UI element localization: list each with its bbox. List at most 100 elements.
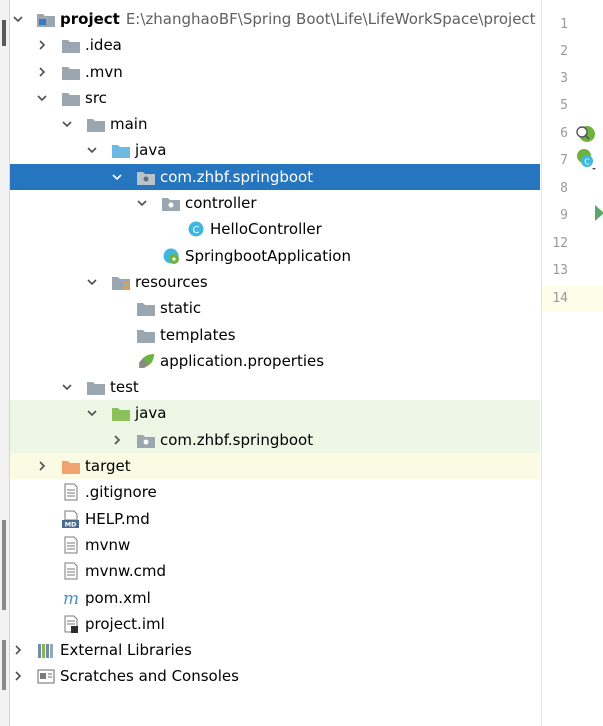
tree-label: External Libraries <box>60 641 192 660</box>
line-number: 13 <box>552 263 568 278</box>
tree-label: mvnw <box>85 535 131 554</box>
tree-label: mvnw.cmd <box>85 562 167 581</box>
editor-gutter[interactable]: 1 2 3 5 6 7 8 9 12 13 14 C <box>541 0 603 726</box>
tree-row-pom-xml[interactable]: m pom.xml <box>10 585 540 611</box>
tree-row-src[interactable]: src <box>10 85 540 111</box>
folder-icon <box>87 382 105 396</box>
maven-icon: m <box>63 589 79 607</box>
line-number: 7 <box>560 153 568 168</box>
package-icon <box>137 171 155 185</box>
tree-row-project[interactable]: project E:\zhanghaoBF\Spring Boot\Life\Li… <box>10 6 540 32</box>
folder-icon <box>87 119 105 133</box>
project-tool-tab[interactable] <box>2 20 6 46</box>
tree-label: resources <box>135 272 208 291</box>
chevron-down-icon[interactable] <box>61 381 73 393</box>
line-number: 5 <box>560 98 568 113</box>
tree-label: .idea <box>85 36 122 55</box>
folder-icon <box>137 303 155 317</box>
excluded-folder-icon <box>62 461 80 475</box>
favorites-tool-tab[interactable] <box>2 640 6 690</box>
project-tree[interactable]: project E:\zhanghaoBF\Spring Boot\Life\Li… <box>10 6 540 690</box>
line-number: 8 <box>560 181 568 196</box>
tree-label: target <box>85 457 131 476</box>
tree-row-external-libraries[interactable]: External Libraries <box>10 637 540 663</box>
tree-row-test[interactable]: test <box>10 374 540 400</box>
line-number-current: 14 <box>552 291 568 306</box>
tree-row-gitignore[interactable]: .gitignore <box>10 479 540 505</box>
tree-row-idea[interactable]: .idea <box>10 32 540 58</box>
package-icon <box>162 198 180 212</box>
tree-row-scratches[interactable]: Scratches and Consoles <box>10 663 540 689</box>
tree-label: HelloController <box>210 220 322 239</box>
line-number: 2 <box>560 44 568 59</box>
tree-row-static[interactable]: static <box>10 295 540 321</box>
chevron-down-icon[interactable] <box>36 92 48 104</box>
line-number: 3 <box>560 71 568 86</box>
tree-label: java <box>135 404 167 423</box>
tree-label: project.iml <box>85 614 165 633</box>
chevron-right-icon[interactable] <box>12 670 24 682</box>
chevron-down-icon[interactable] <box>86 407 98 419</box>
folder-icon <box>62 92 80 106</box>
project-root-path: E:\zhanghaoBF\Spring Boot\Life\LifeWorkS… <box>125 10 536 28</box>
tree-row-target[interactable]: target <box>10 453 540 480</box>
tree-label: templates <box>160 325 236 344</box>
tree-row-hellocontroller[interactable]: C HelloController <box>10 216 540 242</box>
text-file-icon <box>64 536 78 554</box>
tree-row-application-properties[interactable]: application.properties <box>10 348 540 374</box>
chevron-down-icon[interactable] <box>136 197 148 209</box>
line-number: 9 <box>560 208 568 223</box>
chevron-down-icon[interactable] <box>61 118 73 130</box>
chevron-right-icon[interactable] <box>12 644 24 656</box>
tree-row-templates[interactable]: templates <box>10 322 540 348</box>
run-icon[interactable] <box>594 205 603 221</box>
tree-row-mvnw-cmd[interactable]: mvnw.cmd <box>10 558 540 584</box>
libraries-icon <box>38 644 53 659</box>
resources-folder-icon <box>112 276 130 290</box>
line-number: 1 <box>560 17 568 32</box>
tree-row-mvn[interactable]: .mvn <box>10 59 540 85</box>
tree-row-main-java[interactable]: java <box>10 137 540 163</box>
tree-row-resources[interactable]: resources <box>10 269 540 295</box>
tree-row-main[interactable]: main <box>10 111 540 137</box>
tree-label: SpringbootApplication <box>185 246 351 265</box>
chevron-right-icon[interactable] <box>36 39 48 51</box>
chevron-right-icon[interactable] <box>36 66 48 78</box>
module-file-icon <box>64 615 78 633</box>
tree-label: .mvn <box>85 62 123 81</box>
tree-row-controller[interactable]: controller <box>10 190 540 216</box>
tree-label: static <box>160 299 202 318</box>
package-icon <box>137 434 155 448</box>
tree-label: .gitignore <box>85 483 157 502</box>
tree-label: java <box>135 141 167 160</box>
spring-bean-icon[interactable]: C <box>574 148 598 170</box>
chevron-right-icon[interactable] <box>111 434 123 446</box>
chevron-down-icon[interactable] <box>12 13 24 25</box>
tree-row-help-md[interactable]: MD HELP.md <box>10 506 540 532</box>
tree-row-mvnw[interactable]: mvnw <box>10 532 540 558</box>
svg-text:C: C <box>584 158 590 167</box>
tree-row-test-package[interactable]: com.zhbf.springboot <box>10 426 540 454</box>
line-number: 12 <box>552 236 568 251</box>
tree-label: com.zhbf.springboot <box>160 430 314 449</box>
chevron-down-icon[interactable] <box>86 276 98 288</box>
tree-row-project-iml[interactable]: project.iml <box>10 611 540 637</box>
chevron-right-icon[interactable] <box>36 460 48 472</box>
chevron-down-icon[interactable] <box>111 171 123 183</box>
text-file-icon <box>64 562 78 580</box>
bean-search-icon[interactable] <box>574 124 596 144</box>
svg-text:MD: MD <box>65 520 77 528</box>
chevron-down-icon[interactable] <box>86 144 98 156</box>
tree-row-test-java[interactable]: java <box>10 400 540 427</box>
source-folder-icon <box>112 145 130 159</box>
java-class-icon: C <box>188 221 204 237</box>
tree-row-springbootapplication[interactable]: SpringbootApplication <box>10 243 540 269</box>
spring-boot-app-icon <box>163 248 179 264</box>
structure-tool-tab[interactable] <box>2 520 6 610</box>
test-folder-icon <box>112 408 130 422</box>
text-file-icon <box>64 483 78 501</box>
left-tool-strip[interactable] <box>0 0 10 726</box>
tree-label: test <box>110 378 139 397</box>
tree-row-main-package[interactable]: com.zhbf.springboot <box>10 163 540 191</box>
tree-label: com.zhbf.springboot <box>160 167 314 186</box>
